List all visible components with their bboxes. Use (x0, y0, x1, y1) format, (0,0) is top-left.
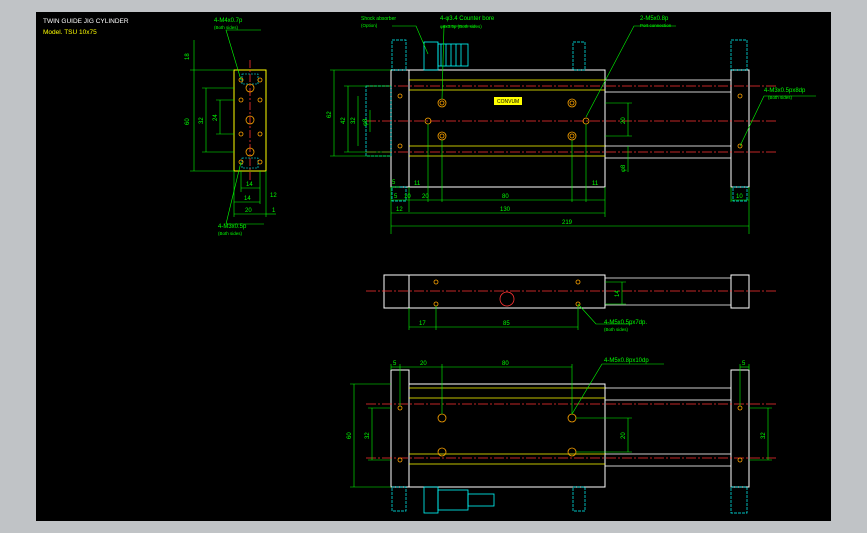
dim-label: 11 (414, 181, 421, 187)
note-counter-bore-size: φ6x3.5p (Both sides) (440, 24, 482, 29)
note-side-bottom-holes-detail: (Both sides) (218, 231, 243, 236)
dim-label: 14 (244, 196, 251, 202)
dim-label: 14 (246, 182, 253, 188)
drawing-model: Model. TSU 10x75 (43, 29, 97, 36)
dim-label: 32 (761, 432, 767, 439)
dim-label: 20 (420, 361, 427, 367)
dim-label: φ8 (363, 118, 369, 126)
dim-label: 14 (615, 290, 621, 297)
note-port: 2-M5x0.8p (640, 16, 669, 22)
dim-label: 20 (621, 432, 627, 439)
note-top-view-holes: 4-M5x0.5px7dp. (604, 320, 647, 326)
note-shock-absorber-option: (Option) (361, 23, 378, 28)
dim-label: 20 (245, 208, 252, 214)
drawing-background (36, 12, 831, 521)
dim-label: 85 (503, 321, 510, 327)
dim-label: 11 (592, 181, 599, 187)
note-counter-bore: 4-φ3.4 Counter bore (440, 16, 495, 22)
note-port-connection: Port connection (640, 23, 672, 28)
note-end-plate-holes: 4-M3x0.5px8dp (764, 88, 806, 94)
note-shock-absorber: Shock absorber (361, 16, 396, 22)
dim-label: 24 (213, 114, 219, 121)
note-side-bottom-holes: 4-M3x0.5p (218, 224, 247, 230)
dim-label: 80 (502, 194, 509, 200)
note-bottom-view-holes: 4-M5x0.8px10dp (604, 358, 649, 364)
cad-canvas: TWIN GUIDE JIG CYLINDER Model. TSU 10x75 (36, 12, 831, 521)
dim-label: 32 (365, 432, 371, 439)
dim-label: 12 (396, 207, 403, 213)
dim-label: 10 (404, 194, 411, 200)
dim-label: 20 (422, 194, 429, 200)
dim-label: 219 (562, 220, 573, 226)
dim-label: 60 (347, 432, 353, 439)
dim-label: 20 (621, 117, 627, 124)
dim-label: 10 (736, 194, 743, 200)
dim-label: 17 (419, 321, 426, 327)
dim-label: φ8 (621, 164, 627, 172)
dim-label: 130 (500, 207, 511, 213)
dim-label: 32 (199, 117, 205, 124)
drawing-title: TWIN GUIDE JIG CYLINDER (43, 18, 129, 25)
technical-drawing: TWIN GUIDE JIG CYLINDER Model. TSU 10x75 (36, 12, 831, 521)
dim-label: 32 (351, 117, 357, 124)
note-side-top-holes: 4-M4x0.7p (214, 18, 243, 24)
note-end-plate-holes-detail: (Both sides) (768, 95, 793, 100)
dim-label: 12 (270, 193, 277, 199)
dim-label: 42 (341, 117, 347, 124)
note-top-view-holes-detail: (Both sides) (604, 327, 629, 332)
dim-label: 18 (185, 53, 191, 60)
note-side-top-holes-detail: (Both sides) (214, 25, 239, 30)
dim-label: 62 (327, 111, 333, 118)
dim-label: 80 (502, 361, 509, 367)
dim-label: 60 (185, 118, 191, 125)
brand-plate-label: CONVUM (497, 99, 519, 105)
